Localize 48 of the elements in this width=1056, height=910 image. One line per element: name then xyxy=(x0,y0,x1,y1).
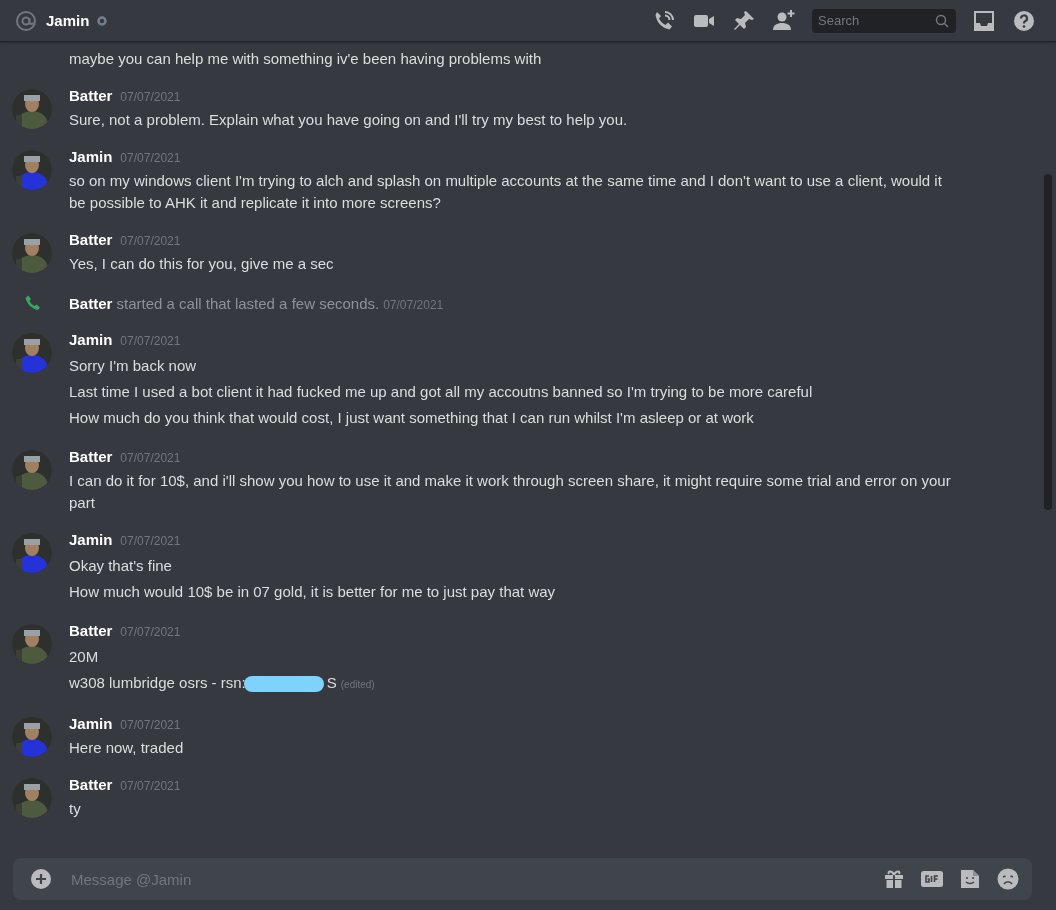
author-name[interactable]: Jamin xyxy=(69,531,113,548)
pin-icon[interactable] xyxy=(732,8,756,33)
message-text: Last time I used a bot client it had fucked me up and got all my accoutns banned so I'm trying to be more careful xyxy=(69,382,814,402)
author-name[interactable]: Jamin xyxy=(69,148,113,165)
message-text: w308 lumbridge osrs - rsn: S (edited) xyxy=(69,673,376,695)
channel-title: Jamin xyxy=(46,12,90,29)
emoji-icon[interactable] xyxy=(996,867,1020,891)
message-text: 20M xyxy=(69,647,100,667)
author-name[interactable]: Batter xyxy=(69,87,113,104)
sticker-icon[interactable] xyxy=(958,867,982,891)
phone-icon xyxy=(24,294,42,312)
message-text: maybe you can help me with something iv'e been having problems with xyxy=(69,49,543,69)
status-icon xyxy=(97,15,108,26)
author-name[interactable]: Jamin xyxy=(69,715,113,732)
add-friend-icon[interactable] xyxy=(772,8,796,33)
search-icon xyxy=(935,13,949,28)
timestamp: 07/07/2021 xyxy=(120,779,181,793)
author-name[interactable]: Batter xyxy=(69,448,113,465)
message-text: Yes, I can do this for you, give me a sec xyxy=(69,254,335,274)
at-icon xyxy=(14,8,38,33)
timestamp: 07/07/2021 xyxy=(120,625,181,639)
timestamp: 07/07/2021 xyxy=(120,234,181,248)
message-text: Here now, traded xyxy=(69,738,185,758)
author-name[interactable]: Jamin xyxy=(69,331,113,348)
message-text: I can do it for 10$, and i'll show you how to use it and make it work through screen share, it might require some trial and error on your part xyxy=(69,471,952,513)
timestamp: 07/07/2021 xyxy=(120,718,181,732)
message-text: How much would 10$ be in 07 gold, it is better for me to just pay that way xyxy=(69,582,557,602)
search-field[interactable]: Search xyxy=(812,8,956,33)
help-icon[interactable] xyxy=(1012,8,1036,33)
author-name[interactable]: Batter xyxy=(69,622,113,639)
message-text: Sure, not a problem. Explain what you have going on and I'll try my best to help you. xyxy=(69,110,629,130)
timestamp: 07/07/2021 xyxy=(120,334,181,348)
author-name[interactable]: Batter xyxy=(69,776,113,793)
author-name[interactable]: Batter xyxy=(69,231,113,248)
message-text: so on my windows client I'm trying to alch and splash on multiple accounts at the same time and I don't want to use a client, would it be possible to AHK it and replicate it into more screens? xyxy=(69,171,943,213)
edited-label: (edited) xyxy=(340,679,375,690)
timestamp: 07/07/2021 xyxy=(120,90,181,104)
plus-icon[interactable] xyxy=(29,867,53,891)
scrollbar[interactable] xyxy=(1044,174,1052,510)
timestamp: 07/07/2021 xyxy=(120,151,181,165)
message-text: How much do you think that would cost, I just want something that I can run whilst I'm asleep or at work xyxy=(69,408,755,428)
timestamp: 07/07/2021 xyxy=(120,534,181,548)
message-text: Okay that's fine xyxy=(69,556,173,576)
inbox-icon[interactable] xyxy=(972,8,996,33)
timestamp: 07/07/2021 xyxy=(120,451,181,465)
message-text: ty xyxy=(69,799,82,819)
call-notice: Batter started a call that lasted a few seconds. 07/07/2021 xyxy=(69,294,444,312)
message-text: Sorry I'm back now xyxy=(69,356,198,376)
